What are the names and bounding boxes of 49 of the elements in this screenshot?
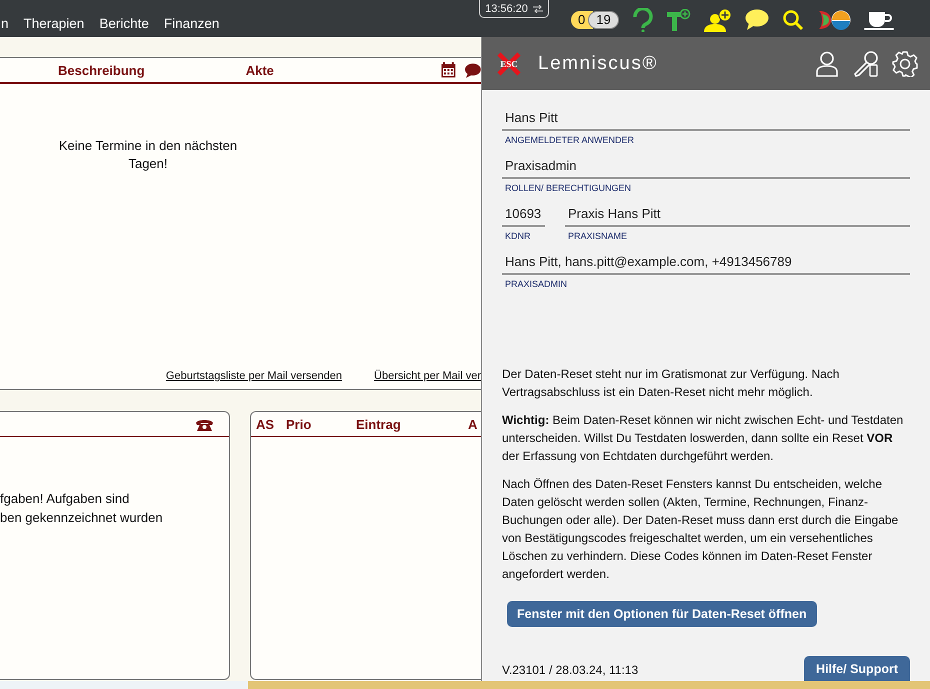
field-value: Praxis Hans Pitt [565,206,910,227]
user-add-icon[interactable] [704,8,732,32]
field-label: KDNR [504,230,532,241]
user-icon[interactable] [816,50,838,76]
mail-link[interactable]: Übersicht per Mail ver [374,370,481,382]
info-paragraph: Der Daten-Reset steht nur im Gratismonat zur Verfügung. Nach Vertragsabschluss ist ein Daten-Reset nicht mehr möglich. [502,366,840,401]
chat-icon[interactable] [744,8,769,30]
field-label: ROLLEN/ BERECHTIGUNGEN [504,182,632,193]
menu-item[interactable]: Therapien [24,16,84,31]
key-icon[interactable] [852,50,878,76]
chat-icon[interactable] [465,62,481,78]
calendar-icon[interactable] [441,62,456,78]
help-support-button[interactable]: Hilfe/ Support [804,656,910,681]
counter-badge[interactable]: 0 [571,10,594,28]
swap-arrows-icon[interactable] [532,4,543,12]
field-value: Praxisadmin [502,158,910,179]
info-paragraph: Wichtig: Beim Daten-Reset können wir nicht zwischen Echt- und Testdaten unterscheiden. Willst Du Testdaten loswerden, dann sollte ein Reset VOR der Erfassung von Echtdaten durchgeführt werden. [502,412,904,465]
column-header: A [468,416,478,432]
field-label: ANGEMELDETER ANWENDER [504,134,636,145]
field-label: PRAXISADMIN [504,278,568,289]
column-header: Prio [286,416,312,432]
column-header: Akte [246,62,275,78]
help-icon[interactable] [632,8,654,32]
logo-icon[interactable] [816,8,851,30]
field-value: 10693 [502,206,545,227]
reset-options-button[interactable]: Fenster mit den Optionen für Daten-Reset öffnen [507,601,817,627]
tasks-message: ben gekennzeichnet wurden [0,509,164,527]
telephone-icon[interactable] [196,418,213,430]
counter-badge[interactable]: 19 [588,10,619,28]
column-header: AS [256,416,276,432]
column-header: Eintrag [356,416,402,432]
version-text: V.23101 / 28.03.24, 11:13 [502,663,638,679]
info-paragraph: Nach Öffnen des Daten-Reset Fensters kannst Du entscheiden, welche Daten gelöscht werden sollen (Akten, Termine, Rechnungen, Finanz-Buchungen oder alle). Der Daten-Reset muss dann erst durch die Eingabe von Bestätigungscodes freigeschaltet werden, um ein versehentliches Löschen zu verhindern. Diese Codes können im Daten-Reset Fenster angefordert werden. [502,476,900,583]
menu-item[interactable]: Berichte [99,16,149,31]
brand-logo: Lemniscus® [538,52,659,74]
empty-message: Keine Termine in den nächsten Tagen! [58,137,238,173]
column-header: Beschreibung [58,62,146,78]
search-icon[interactable] [782,8,804,30]
field-label: PRAXISNAME [567,230,628,241]
menu-item[interactable]: Finanzen [164,16,220,31]
mail-link[interactable]: Geburtstagsliste per Mail versenden [166,370,342,382]
field-value: Hans Pitt [502,110,910,131]
clock-display: 13:56:20 [479,0,549,18]
close-button[interactable]: ESC [497,52,521,76]
tasks-message: fgaben! Aufgaben sind [0,490,130,508]
menu-item[interactable]: n [1,16,9,31]
text-add-icon[interactable] [666,8,691,30]
field-value: Hans Pitt, hans.pitt@example.com, +4913456789 [502,254,910,275]
settings-icon[interactable] [892,50,918,76]
